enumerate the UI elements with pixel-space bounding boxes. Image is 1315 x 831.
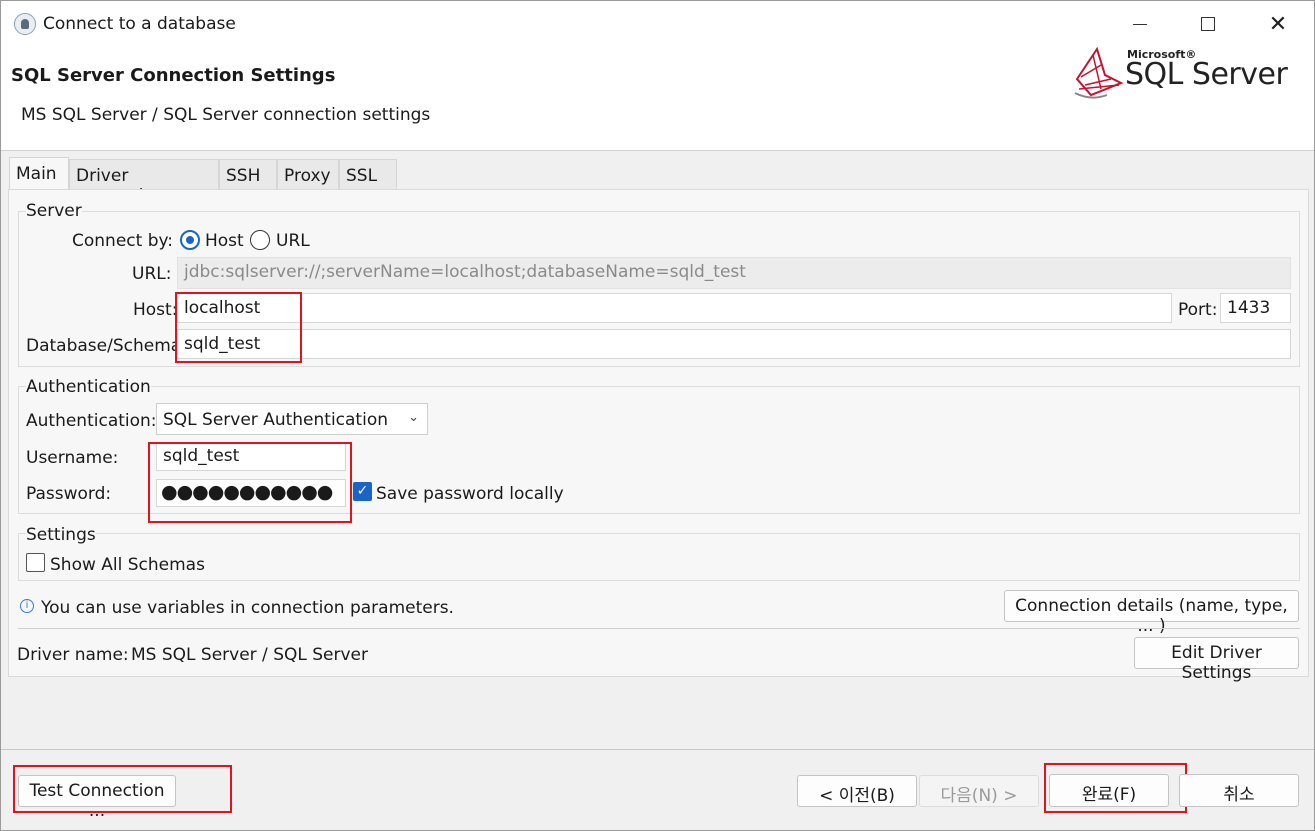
highlight-host-database — [175, 292, 302, 363]
info-icon: i — [20, 599, 34, 613]
tab-ssl[interactable]: SSL — [339, 159, 397, 189]
connect-by-host-label: Host — [205, 231, 244, 251]
port-field[interactable]: 1433 — [1220, 293, 1291, 323]
connect-by-url-label: URL — [276, 231, 310, 251]
app-icon — [14, 13, 36, 35]
authentication-group-label: Authentication — [26, 377, 151, 397]
header-title: SQL Server Connection Settings — [11, 65, 336, 86]
database-label: Database/Schema: — [26, 336, 187, 356]
divider — [18, 628, 1300, 629]
connection-details-button[interactable]: Connection details (name, type, ... ) — [1004, 590, 1299, 636]
port-label: Port: — [1178, 300, 1218, 320]
authentication-label: Authentication: — [26, 411, 157, 431]
highlight-finish — [1044, 763, 1187, 813]
highlight-test-connection — [13, 765, 232, 813]
password-label: Password: — [26, 484, 112, 504]
logo-product: SQL Server — [1125, 57, 1288, 92]
header-subtitle: MS SQL Server / SQL Server connection se… — [21, 105, 431, 125]
minimize-icon — [1133, 23, 1147, 25]
dialog-header: SQL Server Connection Settings MS SQL Se… — [1, 46, 1314, 151]
sql-server-logo: Microsoft® SQL Server — [1071, 45, 1291, 105]
edit-driver-settings-button[interactable]: Edit Driver Settings — [1134, 637, 1299, 683]
authentication-select-value: SQL Server Authentication — [163, 410, 388, 430]
server-group-label: Server — [26, 201, 82, 221]
tab-ssh[interactable]: SSH — [219, 159, 277, 189]
footer-divider — [1, 749, 1314, 750]
sql-server-logo-icon — [1074, 46, 1124, 99]
maximize-icon — [1201, 17, 1215, 31]
host-field[interactable]: localhost — [177, 293, 1172, 323]
connect-by-label: Connect by: — [72, 231, 174, 251]
connect-dialog: Connect to a database ✕ SQL Server Conne… — [0, 0, 1315, 831]
authentication-select[interactable]: SQL Server Authentication ⌄ — [156, 403, 428, 435]
show-all-schemas-checkbox[interactable] — [26, 553, 45, 572]
highlight-credentials — [148, 442, 352, 523]
url-label: URL: — [132, 264, 172, 284]
save-password-checkbox[interactable]: ✓ — [353, 482, 372, 501]
maximize-button[interactable] — [1185, 7, 1231, 41]
show-all-schemas-label: Show All Schemas — [50, 555, 205, 575]
connect-by-url-radio[interactable] — [250, 230, 270, 250]
settings-group-label: Settings — [26, 525, 96, 545]
save-password-label: Save password locally — [376, 484, 564, 504]
minimize-button[interactable] — [1117, 7, 1163, 41]
title-bar: Connect to a database ✕ — [1, 1, 1314, 49]
tab-proxy[interactable]: Proxy — [277, 159, 339, 189]
info-text: You can use variables in connection para… — [41, 598, 454, 618]
window-title: Connect to a database — [43, 14, 236, 34]
close-button[interactable]: ✕ — [1255, 7, 1301, 41]
tab-main[interactable]: Main — [9, 157, 69, 189]
back-button[interactable]: < 이전(B) — [797, 775, 917, 807]
tab-driver-properties[interactable]: Driver properties — [69, 159, 219, 206]
connect-by-host-radio[interactable] — [180, 230, 200, 250]
username-label: Username: — [26, 448, 119, 468]
cancel-button[interactable]: 취소 — [1179, 774, 1299, 807]
next-button[interactable]: 다음(N) > — [919, 775, 1039, 807]
database-field[interactable]: sqld_test — [177, 329, 1291, 359]
chevron-down-icon: ⌄ — [408, 410, 419, 425]
driver-name-value: MS SQL Server / SQL Server — [131, 645, 368, 665]
host-label: Host: — [133, 300, 178, 320]
driver-name-label: Driver name: — [17, 645, 129, 665]
settings-group — [18, 533, 1300, 581]
url-field[interactable]: jdbc:sqlserver://;serverName=localhost;d… — [177, 257, 1291, 289]
